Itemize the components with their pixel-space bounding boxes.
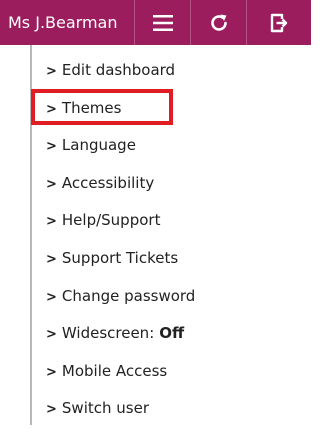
menu-item-switch-user[interactable]: > Switch user (32, 390, 195, 428)
chevron-right-icon: > (46, 101, 57, 117)
menu-item-language[interactable]: > Language (32, 127, 195, 165)
hamburger-menu-icon (152, 14, 173, 31)
chevron-right-icon: > (46, 251, 57, 267)
chevron-right-icon: > (46, 214, 57, 230)
menu-item-label: Support Tickets (61, 248, 179, 267)
menu-item-label: Widescreen: (61, 324, 155, 343)
menu-item-label: Mobile Access (61, 361, 168, 380)
menu-button[interactable] (135, 0, 191, 45)
menu-item-help-support[interactable]: > Help/Support (32, 202, 195, 240)
logout-button[interactable] (247, 0, 311, 45)
chevron-right-icon: > (46, 139, 57, 155)
menu-item-label: Switch user (61, 399, 149, 418)
chevron-right-icon: > (46, 364, 57, 380)
menu-item-label: Change password (61, 286, 196, 305)
chevron-right-icon: > (46, 176, 57, 192)
widescreen-value: Off (159, 324, 185, 343)
refresh-button[interactable] (191, 0, 247, 45)
user-name[interactable]: Ms J.Bearman (0, 0, 135, 45)
settings-menu: > Edit dashboard > Themes > Language > Acces… (32, 52, 195, 428)
menu-item-support-tickets[interactable]: > Support Tickets (32, 240, 195, 278)
menu-item-mobile-access[interactable]: > Mobile Access (32, 353, 195, 391)
menu-item-label: Help/Support (61, 211, 161, 230)
menu-item-label: Themes (61, 98, 122, 117)
chevron-right-icon: > (46, 327, 57, 343)
chevron-right-icon: > (46, 64, 57, 79)
refresh-icon (210, 14, 227, 31)
menu-item-themes[interactable]: > Themes (32, 90, 195, 128)
menu-item-label: Accessibility (61, 173, 155, 192)
top-bar: Ms J.Bearman (0, 0, 311, 45)
chevron-right-icon: > (46, 402, 57, 418)
menu-item-label: Edit dashboard (61, 61, 176, 79)
chevron-right-icon: > (46, 289, 57, 305)
menu-item-accessibility[interactable]: > Accessibility (32, 165, 195, 203)
menu-item-edit-dashboard[interactable]: > Edit dashboard (32, 52, 195, 90)
menu-item-change-password[interactable]: > Change password (32, 278, 195, 316)
menu-item-label: Language (61, 136, 136, 155)
logout-icon (270, 13, 288, 32)
menu-item-widescreen[interactable]: > Widescreen: Off (32, 315, 195, 353)
